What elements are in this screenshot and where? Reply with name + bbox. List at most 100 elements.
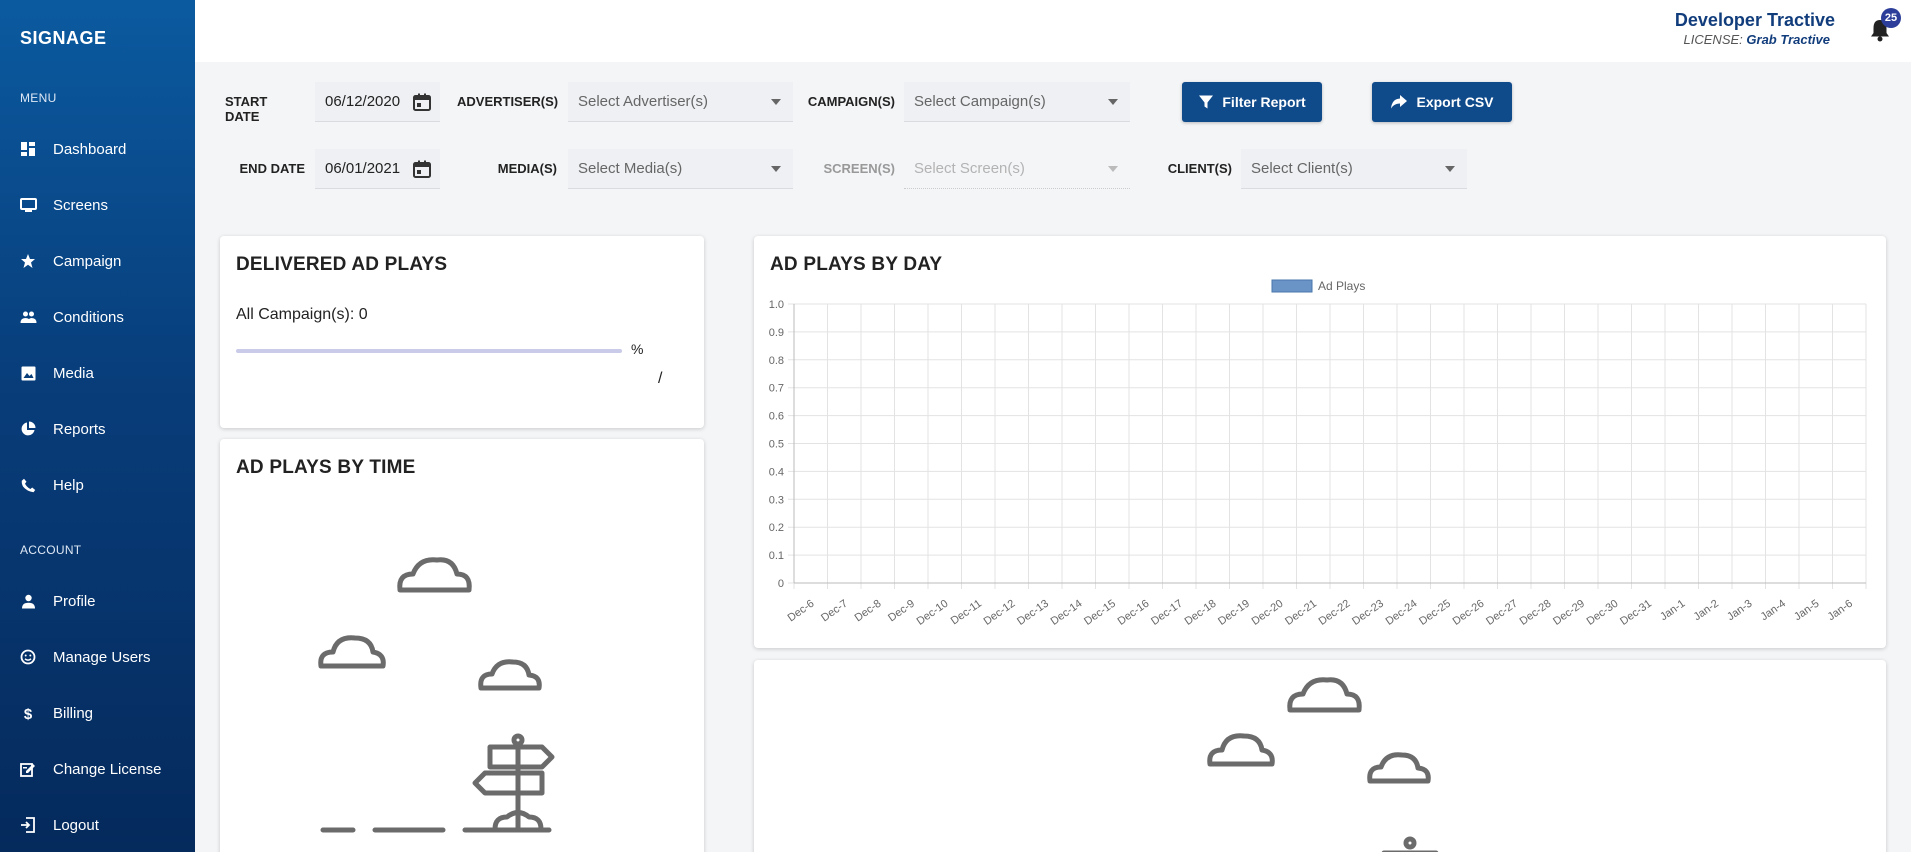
x-tick-label: Dec-6 [786, 598, 817, 625]
sidebar-item-label: Manage Users [53, 648, 151, 666]
sidebar-item-label: Reports [53, 420, 106, 438]
share-arrow-icon [1391, 95, 1408, 109]
sidebar-item-campaign[interactable]: Campaign [0, 241, 195, 281]
image-icon [18, 363, 38, 383]
user-name[interactable]: Developer Tractive [1675, 10, 1835, 31]
export-csv-label: Export CSV [1416, 94, 1494, 110]
sidebar-item-dashboard[interactable]: Dashboard [0, 129, 195, 169]
notification-count-badge: 25 [1881, 8, 1901, 28]
sidebar-item-label: Help [53, 476, 84, 494]
filter-report-button[interactable]: Filter Report [1182, 82, 1322, 122]
empty-report-card [754, 660, 1886, 852]
x-tick-label: Dec-8 [853, 598, 884, 625]
calendar-icon[interactable] [412, 159, 432, 179]
delivery-progress-bar [236, 349, 622, 353]
sidebar-item-logout[interactable]: Logout [0, 805, 195, 845]
advertiser-select[interactable]: Select Advertiser(s) [568, 82, 793, 122]
screen-label: SCREEN(S) [823, 161, 895, 176]
sidebar-item-billing[interactable]: $ Billing [0, 693, 195, 733]
client-placeholder: Select Client(s) [1251, 160, 1353, 177]
card-title: AD PLAYS BY DAY [770, 254, 943, 275]
x-tick-label: Jan-1 [1658, 598, 1687, 624]
sidebar-item-conditions[interactable]: Conditions [0, 297, 195, 337]
x-tick-label: Dec-15 [1082, 598, 1118, 628]
x-tick-label: Dec-9 [886, 598, 917, 625]
chevron-down-icon [1108, 99, 1118, 105]
start-date-label: START DATE [225, 94, 268, 124]
x-tick-label: Dec-25 [1417, 598, 1453, 628]
campaign-select[interactable]: Select Campaign(s) [904, 82, 1130, 122]
license-name: Grab Tractive [1746, 32, 1830, 47]
start-date-field[interactable]: 06/12/2020 [315, 82, 440, 122]
top-header: Developer Tractive LICENSE: Grab Tractiv… [195, 0, 1911, 62]
filter-icon [1199, 95, 1214, 109]
sidebar-item-profile[interactable]: Profile [0, 581, 195, 621]
sidebar-item-screens[interactable]: Screens [0, 185, 195, 225]
y-tick-label: 0.9 [769, 327, 784, 339]
sidebar-item-label: Media [53, 364, 94, 382]
sidebar-item-label: Campaign [53, 252, 122, 270]
sidebar-item-help[interactable]: Help [0, 465, 195, 505]
legend-label: Ad Plays [1318, 279, 1365, 293]
report-filters: START DATE 06/12/2020 ADVERTISER(S) Sele… [195, 62, 1911, 212]
screen-select: Select Screen(s) [904, 149, 1130, 189]
sidebar-item-label: Billing [53, 704, 94, 722]
sidebar: SIGNAGE MENU Dashboard Screens Campaign … [0, 0, 195, 852]
x-tick-label: Dec-14 [1049, 598, 1085, 628]
sidebar-item-label: Change License [53, 760, 162, 778]
plays-ratio-separator: / [658, 370, 663, 387]
client-label: CLIENT(S) [1167, 161, 1232, 176]
chevron-down-icon [771, 166, 781, 172]
x-tick-label: Dec-31 [1618, 598, 1654, 628]
account-section-label: ACCOUNT [20, 543, 82, 557]
ad-plays-by-time-card: AD PLAYS BY TIME [220, 439, 704, 852]
y-tick-label: 0.8 [769, 355, 784, 367]
menu-section-label: MENU [20, 91, 57, 105]
y-tick-label: 0.6 [769, 411, 784, 423]
pie-chart-icon [18, 419, 38, 439]
end-date-field[interactable]: 06/01/2021 [315, 149, 440, 189]
calendar-icon[interactable] [412, 92, 432, 112]
phone-icon [18, 475, 38, 495]
brand-logo-text: SIGNAGE [20, 28, 107, 48]
x-tick-label: Dec-12 [982, 598, 1018, 628]
end-date-value: 06/01/2021 [325, 160, 401, 177]
svg-text:$: $ [24, 706, 33, 722]
client-select[interactable]: Select Client(s) [1241, 149, 1467, 189]
media-placeholder: Select Media(s) [578, 160, 683, 177]
filter-report-label: Filter Report [1222, 94, 1306, 110]
sidebar-item-media[interactable]: Media [0, 353, 195, 393]
edit-icon [18, 759, 38, 779]
x-tick-label: Dec-27 [1484, 598, 1520, 628]
screen-placeholder: Select Screen(s) [914, 160, 1025, 177]
ad-plays-by-day-chart: Ad Plays 0 0.1 0.2 0.3 0.4 0.5 0.6 0.7 0.8 0.9 1.0 D… [769, 279, 1867, 628]
sidebar-item-reports[interactable]: Reports [0, 409, 195, 449]
advertiser-label: ADVERTISER(S) [457, 94, 559, 109]
sidebar-item-manage-users[interactable]: Manage Users [0, 637, 195, 677]
y-tick-label: 1.0 [769, 299, 784, 311]
dollar-icon: $ [18, 703, 38, 723]
y-tick-label: 0.5 [769, 439, 784, 451]
x-tick-label: Dec-20 [1250, 598, 1286, 628]
chevron-down-icon [771, 99, 781, 105]
percent-symbol: % [631, 341, 644, 357]
card-title: AD PLAYS BY TIME [236, 457, 416, 478]
x-tick-label: Jan-6 [1826, 598, 1855, 624]
x-tick-label: Dec-11 [949, 598, 984, 628]
license-prefix: LICENSE: [1683, 32, 1743, 47]
export-csv-button[interactable]: Export CSV [1372, 82, 1512, 122]
y-tick-label: 0.4 [769, 466, 784, 478]
media-select[interactable]: Select Media(s) [568, 149, 793, 189]
x-tick-label: Dec-30 [1585, 598, 1621, 628]
x-tick-label: Dec-29 [1551, 598, 1587, 628]
people-icon [18, 307, 38, 327]
sidebar-item-change-license[interactable]: Change License [0, 749, 195, 789]
x-tick-label: Dec-16 [1116, 598, 1152, 628]
x-tick-label: Dec-23 [1350, 598, 1386, 628]
chevron-down-icon [1108, 166, 1118, 172]
campaign-placeholder: Select Campaign(s) [914, 93, 1046, 110]
empty-state-illustration [1207, 677, 1439, 852]
y-tick-label: 0.1 [769, 550, 784, 562]
x-tick-label: Jan-4 [1759, 598, 1788, 624]
sidebar-item-label: Profile [53, 592, 96, 610]
